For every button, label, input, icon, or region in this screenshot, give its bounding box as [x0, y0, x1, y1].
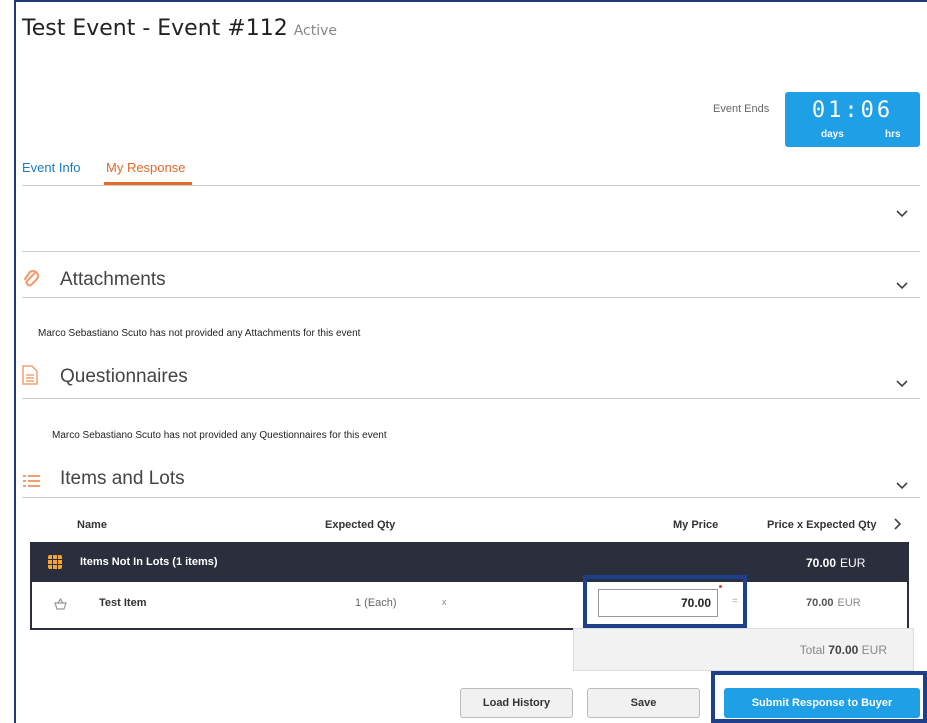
attachments-note: Marco Sebastiano Scuto has not provided … — [38, 328, 361, 339]
required-marker — [719, 585, 722, 588]
lot-amount-value: 70.00 — [806, 556, 837, 570]
page-title: Test Event - Event #112 Active — [22, 16, 337, 41]
divider — [22, 251, 920, 252]
column-header-my-price: My Price — [673, 519, 719, 531]
save-button[interactable]: Save — [587, 688, 700, 718]
divider — [22, 185, 920, 186]
item-qty: 1 (Each) — [355, 597, 397, 609]
tab-event-info[interactable]: Event Info — [22, 160, 81, 175]
item-total-currency: EUR — [837, 597, 861, 609]
times-sign: x — [442, 597, 447, 607]
document-icon — [22, 365, 38, 385]
total-label: Total — [799, 643, 825, 657]
total-summary: Total 70.00 EUR — [573, 628, 914, 671]
items-lots-title: Items and Lots — [60, 468, 185, 489]
column-header-price-x-qty: Price x Expected Qty — [767, 519, 877, 531]
chevron-down-icon[interactable] — [894, 279, 910, 293]
paperclip-icon — [23, 269, 40, 287]
timer-hrs-label: hrs — [885, 129, 901, 140]
items-table: Items Not In Lots (1 items) 70.00 EUR Tes… — [30, 542, 909, 630]
timer-digits: 01:06 — [811, 98, 894, 123]
tab-my-response[interactable]: My Response — [106, 160, 185, 175]
submit-response-button[interactable]: Submit Response to Buyer — [724, 688, 920, 718]
questionnaires-note: Marco Sebastiano Scuto has not provided … — [52, 430, 387, 441]
timer-days-label: days — [821, 129, 844, 140]
lot-amount: 70.00 EUR — [806, 556, 865, 570]
lot-name: Items Not In Lots (1 items) — [80, 556, 218, 568]
item-total: 70.00 EUR — [806, 597, 861, 609]
total-text: Total 70.00 EUR — [800, 643, 887, 657]
divider — [22, 297, 920, 298]
attachments-title: Attachments — [60, 269, 166, 290]
table-row: Test Item 1 (Each) x = 70.00 EUR — [32, 582, 907, 628]
event-status: Active — [293, 23, 338, 39]
chevron-right-icon[interactable] — [892, 517, 904, 531]
chevron-down-icon[interactable] — [894, 479, 910, 493]
lot-currency: EUR — [840, 556, 866, 570]
grid-icon — [48, 555, 62, 569]
total-amount: 70.00 — [828, 643, 859, 657]
questionnaires-title: Questionnaires — [60, 366, 188, 387]
load-history-button[interactable]: Load History — [460, 688, 573, 718]
list-icon — [23, 475, 40, 487]
chevron-down-icon[interactable] — [894, 377, 910, 391]
lot-row[interactable]: Items Not In Lots (1 items) 70.00 EUR — [32, 544, 907, 582]
countdown-timer: 01:06 days hrs — [785, 92, 920, 147]
event-title: Test Event - Event #112 — [22, 16, 288, 41]
column-header-name: Name — [77, 519, 107, 531]
column-header-expected-qty: Expected Qty — [325, 519, 396, 531]
item-total-value: 70.00 — [806, 597, 834, 609]
my-price-input[interactable] — [598, 589, 718, 617]
divider — [22, 497, 920, 498]
chevron-down-icon[interactable] — [894, 207, 910, 221]
total-currency: EUR — [861, 643, 887, 657]
basket-icon — [54, 598, 67, 610]
divider — [22, 398, 920, 399]
event-ends-label: Event Ends — [713, 103, 770, 115]
item-name: Test Item — [99, 597, 147, 609]
